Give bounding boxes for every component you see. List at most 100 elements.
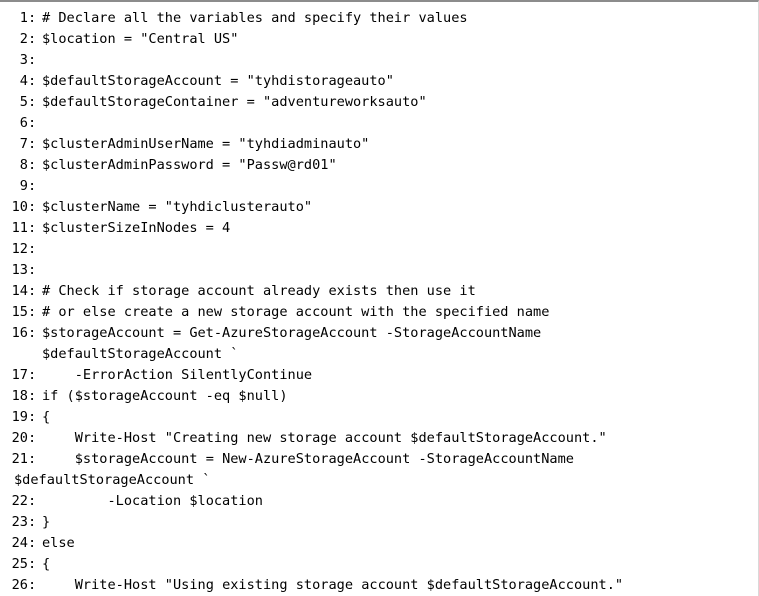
code-text: { xyxy=(42,407,758,428)
code-text: else xyxy=(42,533,758,554)
line-number: 14 xyxy=(11,283,28,299)
code-text: if ($storageAccount -eq $null) xyxy=(42,386,758,407)
line-number-separator: : xyxy=(28,577,37,593)
code-text: $defaultStorageContainer = "adventurewor… xyxy=(42,92,758,113)
code-line: 7: $clusterAdminUserName = "tyhdiadminaut… xyxy=(0,134,758,155)
line-number-separator: : xyxy=(28,115,37,131)
code-line: 19: { xyxy=(0,407,758,428)
code-line: 23:} xyxy=(0,512,758,533)
code-line: 18: if ($storageAccount -eq $null) xyxy=(0,386,758,407)
line-number: 21 xyxy=(11,451,28,467)
code-line: 17: -ErrorAction SilentlyContinue xyxy=(0,365,758,386)
line-number: 24 xyxy=(11,535,28,551)
line-number-separator: : xyxy=(28,241,37,257)
line-number: 3 xyxy=(11,52,28,68)
code-line: 9: xyxy=(0,176,758,197)
code-text-primary: } xyxy=(42,514,51,530)
code-line: 8: $clusterAdminPassword = "Passw@rd01" xyxy=(0,155,758,176)
code-text-continuation: $defaultStorageAccount ` xyxy=(14,472,211,488)
code-text: # Check if storage account already exist… xyxy=(42,281,758,302)
code-line: 26: Write-Host "Using existing storage a… xyxy=(0,575,758,596)
code-text-primary: $clusterSizeInNodes = 4 xyxy=(42,220,231,236)
code-text: } xyxy=(42,512,758,533)
code-listing-frame: 1: # Declare all the variables and specif… xyxy=(0,0,759,596)
code-text-primary: if ($storageAccount -eq $null) xyxy=(42,388,288,404)
code-text: $location = "Central US" xyxy=(42,29,758,50)
code-line: 13: xyxy=(0,260,758,281)
code-text-primary: else xyxy=(42,535,75,551)
line-number: 23 xyxy=(11,514,28,530)
code-text: # or else create a new storage account w… xyxy=(42,302,758,323)
line-number-separator: : xyxy=(28,283,37,299)
line-number: 16 xyxy=(11,325,28,341)
line-number-separator: : xyxy=(28,52,37,68)
code-text-continuation: $defaultStorageAccount ` xyxy=(42,346,239,362)
code-line: 4: $defaultStorageAccount = "tyhdistorage… xyxy=(0,71,758,92)
code-text: # Declare all the variables and specify … xyxy=(42,8,758,29)
code-text-primary: $storageAccount = New-AzureStorageAccoun… xyxy=(42,451,574,467)
line-number-separator: : xyxy=(28,220,37,236)
code-text: $storageAccount = Get-AzureStorageAccoun… xyxy=(42,323,758,365)
line-number-separator: : xyxy=(28,94,37,110)
code-line: 12: xyxy=(0,239,758,260)
code-listing: 1: # Declare all the variables and specif… xyxy=(0,8,758,596)
line-number-separator: : xyxy=(28,535,37,551)
code-line: 24: else xyxy=(0,533,758,554)
code-text-primary: $clusterAdminUserName = "tyhdiadminauto" xyxy=(42,136,370,152)
line-number-separator: : xyxy=(28,367,37,383)
code-text: $clusterSizeInNodes = 4 xyxy=(42,218,758,239)
code-text: $storageAccount = New-AzureStorageAccoun… xyxy=(14,449,758,491)
code-text-primary: Write-Host "Creating new storage account… xyxy=(42,430,607,446)
line-number-separator: : xyxy=(28,178,37,194)
code-line: 2: $location = "Central US" xyxy=(0,29,758,50)
code-line: 15: # or else create a new storage accoun… xyxy=(0,302,758,323)
code-line: 1: # Declare all the variables and specif… xyxy=(0,8,758,29)
code-text-primary: $defaultStorageAccount = "tyhdistorageau… xyxy=(42,73,394,89)
line-number-separator: : xyxy=(28,31,37,47)
line-number: 17 xyxy=(11,367,28,383)
line-number: 15 xyxy=(11,304,28,320)
line-number-separator: : xyxy=(28,262,37,278)
code-text-primary: # or else create a new storage account w… xyxy=(42,304,550,320)
code-text: $clusterAdminPassword = "Passw@rd01" xyxy=(42,155,758,176)
line-number-separator: : xyxy=(28,304,37,320)
code-line: 3: xyxy=(0,50,758,71)
line-number: 22 xyxy=(11,493,28,509)
code-text-primary: Write-Host "Using existing storage accou… xyxy=(42,577,624,593)
line-number: 26 xyxy=(11,577,28,593)
line-number: 8 xyxy=(11,157,28,173)
line-number-separator: : xyxy=(28,73,37,89)
line-number: 7 xyxy=(11,136,28,152)
code-text: -ErrorAction SilentlyContinue xyxy=(42,365,758,386)
code-text-primary: $defaultStorageContainer = "adventurewor… xyxy=(42,94,427,110)
line-number: 6 xyxy=(11,115,28,131)
code-text-primary: $location = "Central US" xyxy=(42,31,239,47)
line-number: 18 xyxy=(11,388,28,404)
code-line: 21: $storageAccount = New-AzureStorageAc… xyxy=(0,449,758,491)
code-text-primary: # Declare all the variables and specify … xyxy=(42,10,468,26)
line-number: 25 xyxy=(11,556,28,572)
code-line: 6: xyxy=(0,113,758,134)
code-line: 11: $clusterSizeInNodes = 4 xyxy=(0,218,758,239)
code-text-primary: -Location $location xyxy=(42,493,263,509)
code-line: 5: $defaultStorageContainer = "adventurew… xyxy=(0,92,758,113)
line-number-separator: : xyxy=(28,10,37,26)
code-line: 22: -Location $location xyxy=(0,491,758,512)
code-text-primary: { xyxy=(42,556,51,572)
line-number: 2 xyxy=(11,31,28,47)
line-number-separator: : xyxy=(28,430,37,446)
line-number: 1 xyxy=(11,10,28,26)
line-number-separator: : xyxy=(28,409,37,425)
line-number-separator: : xyxy=(28,157,37,173)
code-line: 20: Write-Host "Creating new storage acc… xyxy=(0,428,758,449)
code-text: $clusterName = "tyhdiclusterauto" xyxy=(42,197,758,218)
code-text-primary: { xyxy=(42,409,51,425)
line-number-separator: : xyxy=(28,136,37,152)
line-number-separator: : xyxy=(28,325,37,341)
code-text: Write-Host "Creating new storage account… xyxy=(42,428,758,449)
line-number-separator: : xyxy=(28,388,37,404)
